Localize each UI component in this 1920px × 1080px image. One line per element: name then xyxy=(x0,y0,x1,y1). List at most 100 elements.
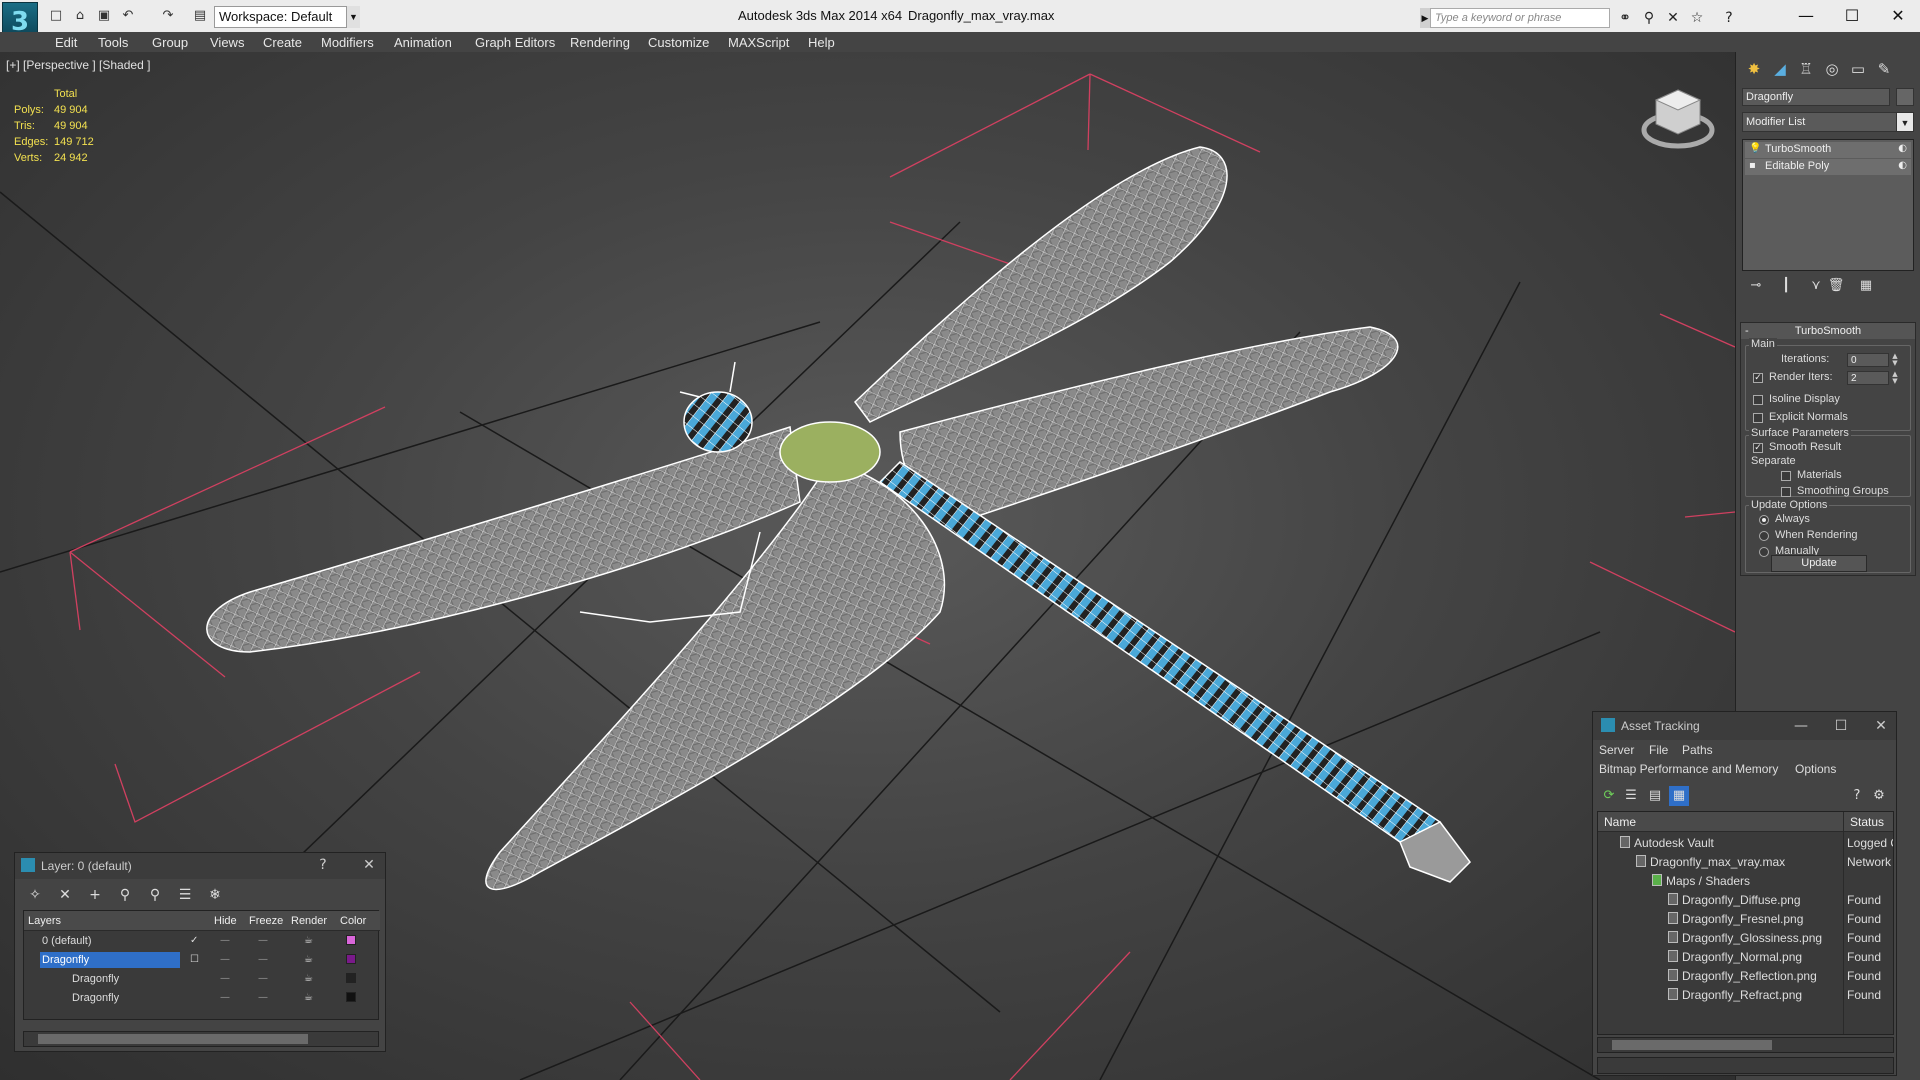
list-item[interactable]: Dragonfly_Normal.png Found xyxy=(1598,947,1893,966)
stack-item-editable-poly[interactable]: ▪ Editable Poly ◐ xyxy=(1745,159,1911,175)
column-name[interactable]: Name xyxy=(1604,815,1636,829)
hierarchy-tab-icon[interactable]: ♖ xyxy=(1794,58,1818,80)
menu-views[interactable]: Views xyxy=(210,35,244,50)
freeze-toggle[interactable]: — xyxy=(258,954,268,965)
spinner-arrows-icon[interactable]: ▲ ▼ xyxy=(1891,353,1899,367)
render-teapot-icon[interactable]: ☕ xyxy=(304,935,313,946)
thumbnail-view-icon[interactable]: ▤ xyxy=(1645,786,1665,806)
column-hide[interactable]: Hide xyxy=(214,915,237,927)
layer-manager-title-bar[interactable]: Layer: 0 (default) ? ✕ xyxy=(15,853,385,879)
minimize-icon[interactable]: — xyxy=(1787,716,1815,736)
smooth-result-checkbox[interactable]: ✓ xyxy=(1753,443,1763,453)
table-row[interactable]: Dragonfly — — ☕ xyxy=(24,970,380,989)
favorites-star-icon[interactable]: ☆ xyxy=(1688,9,1706,27)
object-name-field[interactable]: Dragonfly xyxy=(1742,88,1890,106)
menu-bitmap-performance[interactable]: Bitmap Performance and Memory xyxy=(1599,762,1778,776)
minimize-icon[interactable]: — xyxy=(1786,4,1826,28)
column-color[interactable]: Color xyxy=(340,915,366,927)
menu-customize[interactable]: Customize xyxy=(648,35,709,50)
layer-color-swatch[interactable] xyxy=(346,954,356,964)
list-item[interactable]: Dragonfly_Fresnel.png Found xyxy=(1598,909,1893,928)
smoothing-groups-checkbox[interactable] xyxy=(1781,487,1791,497)
explicit-normals-checkbox[interactable] xyxy=(1753,413,1763,423)
object-name[interactable]: Dragonfly xyxy=(70,990,121,1006)
subscription-icon[interactable]: ⚲ xyxy=(1640,9,1658,27)
pin-stack-icon[interactable]: ⊸ xyxy=(1746,276,1766,296)
menu-edit[interactable]: Edit xyxy=(55,35,77,50)
menu-tools[interactable]: Tools xyxy=(98,35,128,50)
open-file-icon[interactable]: ⌂ xyxy=(72,8,88,24)
always-radio[interactable] xyxy=(1759,515,1769,525)
select-in-layer-icon[interactable]: ⚲ xyxy=(115,885,135,905)
undo-icon[interactable]: ↶ xyxy=(120,8,136,24)
freeze-toggle[interactable]: — xyxy=(258,935,268,946)
materials-checkbox[interactable] xyxy=(1781,471,1791,481)
hide-toggle[interactable]: — xyxy=(220,954,230,965)
menu-paths[interactable]: Paths xyxy=(1682,743,1713,757)
new-file-icon[interactable]: □ xyxy=(48,8,64,24)
render-teapot-icon[interactable]: ☕ xyxy=(304,954,313,965)
layer-color-swatch[interactable] xyxy=(346,973,356,983)
object-name[interactable]: Dragonfly xyxy=(70,971,121,987)
horizontal-scrollbar[interactable] xyxy=(23,1031,379,1047)
spinner-arrows-icon[interactable]: ▲ ▼ xyxy=(1891,371,1899,385)
list-item[interactable]: Maps / Shaders xyxy=(1598,871,1893,890)
menu-create[interactable]: Create xyxy=(263,35,302,50)
freeze-toggle[interactable]: — xyxy=(258,992,268,1003)
hide-toggle[interactable]: — xyxy=(220,973,230,984)
menu-rendering[interactable]: Rendering xyxy=(570,35,630,50)
modifier-list-dropdown[interactable]: Modifier List xyxy=(1742,112,1904,132)
binoculars-icon[interactable]: ⚭ xyxy=(1616,9,1634,27)
close-icon[interactable]: ✕ xyxy=(355,855,383,875)
workspace-dropdown[interactable]: Workspace: Default ▼ xyxy=(214,6,360,28)
list-item[interactable]: Dragonfly_Glossiness.png Found xyxy=(1598,928,1893,947)
manually-radio[interactable] xyxy=(1759,547,1769,557)
scrollbar-thumb[interactable] xyxy=(38,1034,308,1044)
redo-icon[interactable]: ↷ xyxy=(160,8,176,24)
menu-options[interactable]: Options xyxy=(1795,762,1836,776)
menu-graph-editors[interactable]: Graph Editors xyxy=(475,35,555,50)
create-layer-icon[interactable]: ✧ xyxy=(25,885,45,905)
stack-item-turbosmooth[interactable]: 💡 TurboSmooth ◐ xyxy=(1745,142,1911,158)
create-tab-icon[interactable]: ✸ xyxy=(1742,58,1766,80)
column-layers[interactable]: Layers xyxy=(28,915,61,927)
layer-color-swatch[interactable] xyxy=(346,992,356,1002)
highlight-selected-icon[interactable]: ⚲ xyxy=(145,885,165,905)
remove-modifier-icon[interactable]: 🗑 xyxy=(1826,276,1846,296)
column-status[interactable]: Status xyxy=(1850,815,1884,829)
list-item[interactable]: Dragonfly_Refract.png Found xyxy=(1598,985,1893,1004)
table-view-icon[interactable]: ▦ xyxy=(1669,786,1689,806)
table-row[interactable]: 0 (default) ✓ — — ☕ xyxy=(24,932,380,951)
close-icon[interactable]: ✕ xyxy=(1867,716,1895,736)
iterations-spinner[interactable]: 0 xyxy=(1847,353,1889,367)
column-freeze[interactable]: Freeze xyxy=(249,915,283,927)
render-iters-spinner[interactable]: 2 xyxy=(1847,371,1889,385)
help-icon[interactable]: ? xyxy=(1847,786,1867,806)
hide-toggle[interactable]: — xyxy=(220,992,230,1003)
freeze-all-icon[interactable]: ❄ xyxy=(205,885,225,905)
column-render[interactable]: Render xyxy=(291,915,327,927)
layer-name[interactable]: Dragonfly xyxy=(40,952,180,968)
viewport-label[interactable]: [+] [Perspective ] [Shaded ] xyxy=(6,58,150,72)
rollout-header[interactable]: - TurboSmooth xyxy=(1741,323,1915,339)
chevron-down-icon[interactable]: ▼ xyxy=(1896,112,1914,132)
maximize-icon[interactable]: ☐ xyxy=(1832,4,1872,28)
when-rendering-radio[interactable] xyxy=(1759,531,1769,541)
menu-file[interactable]: File xyxy=(1649,743,1668,757)
maximize-icon[interactable]: ☐ xyxy=(1827,716,1855,736)
list-item[interactable]: Dragonfly_Reflection.png Found xyxy=(1598,966,1893,985)
asset-path-field[interactable] xyxy=(1597,1057,1894,1074)
save-icon[interactable]: ▣ xyxy=(96,8,112,24)
horizontal-scrollbar[interactable] xyxy=(1597,1037,1894,1053)
exchange-icon[interactable]: ✕ xyxy=(1664,9,1682,27)
list-item[interactable]: Dragonfly_max_vray.max Network xyxy=(1598,852,1893,871)
lightbulb-icon[interactable]: 💡 xyxy=(1749,143,1761,154)
viewcube-icon[interactable] xyxy=(1640,82,1716,152)
configure-sets-icon[interactable]: ▦ xyxy=(1856,276,1876,296)
hide-all-icon[interactable]: ☰ xyxy=(175,885,195,905)
delete-layer-icon[interactable]: ✕ xyxy=(55,885,75,905)
show-end-result-icon[interactable]: ┃ xyxy=(1776,276,1796,296)
table-row[interactable]: Dragonfly — — ☕ xyxy=(24,989,380,1008)
update-button[interactable]: Update xyxy=(1771,555,1867,572)
search-input[interactable]: Type a keyword or phrase xyxy=(1430,8,1610,28)
